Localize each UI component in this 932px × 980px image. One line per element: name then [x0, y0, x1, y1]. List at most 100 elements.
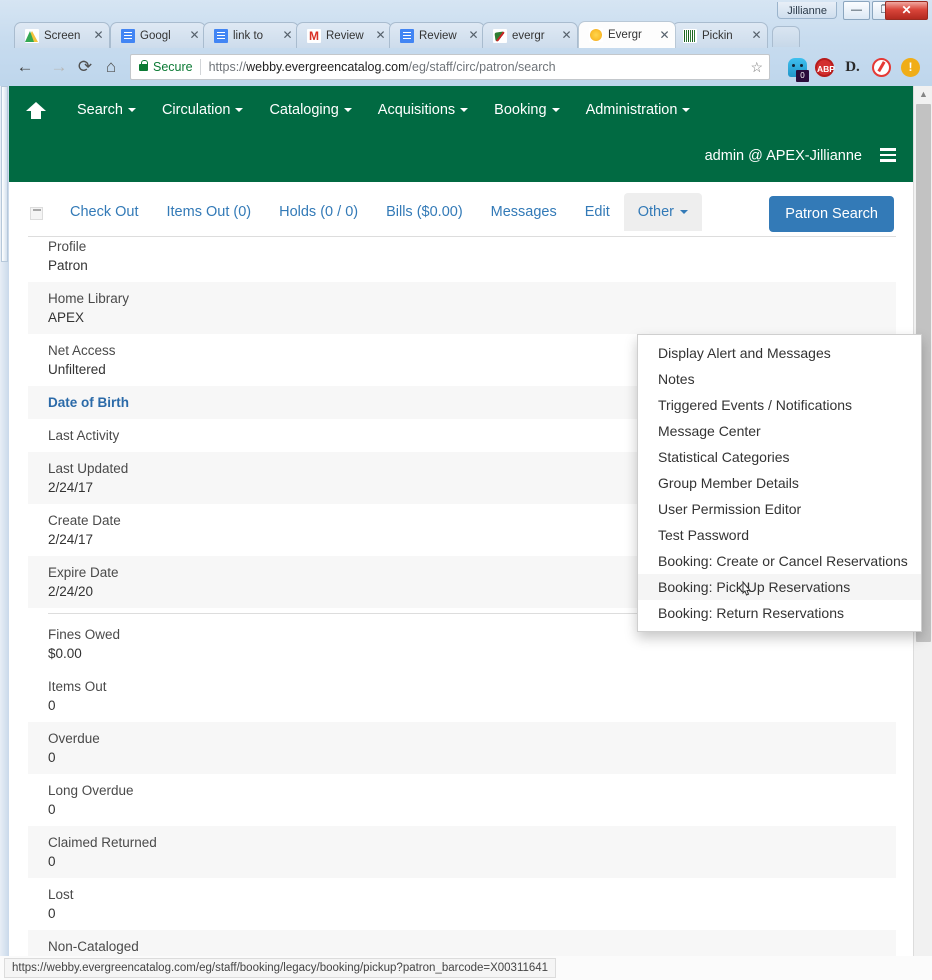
tab-close-icon[interactable]: ✕ — [92, 29, 105, 42]
patron-search-button[interactable]: Patron Search — [769, 196, 894, 232]
menu-list-icon[interactable] — [880, 148, 896, 162]
patron-search-button-label: Patron Search — [785, 206, 878, 222]
other-menu-item-display-alert-and-messages[interactable]: Display Alert and Messages — [638, 340, 921, 366]
other-menu-item-label: Group Member Details — [658, 475, 799, 491]
browser-tab-3[interactable]: link to ✕ — [203, 22, 299, 48]
nav-item-label: Cataloging — [269, 102, 339, 118]
nav-item-acquisitions[interactable]: Acquisitions — [365, 102, 481, 118]
browser-tab-6[interactable]: evergr ✕ — [482, 22, 578, 48]
nav-item-label: Search — [77, 102, 123, 118]
nav-item-search[interactable]: Search — [64, 102, 149, 118]
patron-tab-label: Messages — [490, 204, 557, 220]
patron-field-value: 0 — [48, 906, 56, 921]
tab-close-icon[interactable]: ✕ — [188, 29, 201, 42]
patron-tab-bills-0-00[interactable]: Bills ($0.00) — [372, 193, 477, 231]
other-menu-item-booking-create-or-cancel-reservations[interactable]: Booking: Create or Cancel Reservations — [638, 548, 921, 574]
browser-tab-4[interactable]: M Review ✕ — [296, 22, 392, 48]
other-menu-item-label: Booking: Return Reservations — [658, 605, 844, 621]
nav-item-booking[interactable]: Booking — [481, 102, 572, 118]
browser-window-chrome: Jillianne — ❐ ✕ Screen ✕ Googl ✕ link to ✕ M Re… — [0, 0, 932, 86]
nav-item-circulation[interactable]: Circulation — [149, 102, 257, 118]
other-menu-item-test-password[interactable]: Test Password — [638, 522, 921, 548]
gmail-icon: M — [307, 28, 321, 43]
nav-item-label: Administration — [585, 102, 678, 118]
patron-field-value: 0 — [48, 750, 56, 765]
patron-tab-edit[interactable]: Edit — [571, 193, 624, 231]
patron-field-label: Long Overdue — [48, 783, 134, 798]
other-menu-item-triggered-events-notifications[interactable]: Triggered Events / Notifications — [638, 392, 921, 418]
patron-field-value: $0.00 — [48, 646, 82, 661]
browser-tab-title: Review — [419, 29, 457, 42]
ublock-icon[interactable] — [872, 58, 891, 77]
patron-field-row: Home Library APEX — [28, 282, 896, 334]
patron-field-row: Items Out 0 — [28, 670, 896, 722]
browser-profile-button[interactable]: Jillianne — [777, 2, 837, 19]
disconnect-icon[interactable]: D. — [843, 58, 862, 77]
home-icon[interactable]: ⌂ — [98, 54, 124, 80]
chevron-down-icon — [235, 108, 244, 113]
patron-tab-other-label: Other — [637, 204, 675, 220]
patron-tab-other[interactable]: Other — [623, 193, 703, 231]
reload-icon[interactable]: ⟳ — [72, 54, 98, 80]
address-bar-url: https://webby.evergreencatalog.com/eg/st… — [209, 60, 745, 74]
google-docs-icon — [121, 28, 135, 43]
nav-item-administration[interactable]: Administration — [573, 102, 704, 118]
other-menu-item-label: Booking: Create or Cancel Reservations — [658, 553, 908, 569]
tab-close-icon[interactable]: ✕ — [750, 29, 763, 42]
back-icon[interactable]: ← — [12, 54, 38, 80]
tab-close-icon[interactable]: ✕ — [560, 29, 573, 42]
patron-tab-check-out[interactable]: Check Out — [56, 193, 153, 231]
google-docs-icon — [214, 28, 228, 43]
patron-tab-items-out-0[interactable]: Items Out (0) — [153, 193, 266, 231]
url-host: webby.evergreencatalog.com — [246, 60, 409, 74]
nav-item-label: Booking — [494, 102, 547, 118]
tab-close-icon[interactable]: ✕ — [374, 29, 387, 42]
window-minimize-button[interactable]: — — [843, 1, 870, 20]
browser-tab-8[interactable]: Pickin ✕ — [672, 22, 768, 48]
other-menu-item-label: Statistical Categories — [658, 449, 790, 465]
patron-field-value: 0 — [48, 698, 56, 713]
scroll-up-arrow-icon[interactable]: ▲ — [914, 86, 932, 103]
other-menu-item-booking-return-reservations[interactable]: Booking: Return Reservations — [638, 600, 921, 626]
ghostery-badge-count: 0 — [796, 70, 809, 82]
address-bar[interactable]: Secure https://webby.evergreencatalog.co… — [130, 54, 770, 80]
tab-close-icon[interactable]: ✕ — [467, 29, 480, 42]
other-menu-item-group-member-details[interactable]: Group Member Details — [638, 470, 921, 496]
other-menu-item-label: Notes — [658, 371, 695, 387]
tab-close-icon[interactable]: ✕ — [281, 29, 294, 42]
evergreen-sun-icon — [589, 28, 603, 42]
other-menu-item-user-permission-editor[interactable]: User Permission Editor — [638, 496, 921, 522]
new-tab-button[interactable] — [772, 26, 800, 47]
inner-scrollbar-thumb[interactable] — [1, 86, 8, 262]
browser-tab-title: link to — [233, 29, 264, 42]
browser-toolbar: ← → ⟳ ⌂ Secure https://webby.evergreenca… — [0, 48, 932, 86]
other-menu-item-booking-pick-up-reservations[interactable]: Booking: Pick Up Reservations — [638, 574, 921, 600]
browser-tab-5[interactable]: Review ✕ — [389, 22, 485, 48]
browser-tab-1[interactable]: Screen ✕ — [14, 22, 110, 48]
other-menu-item-message-center[interactable]: Message Center — [638, 418, 921, 444]
patron-field-row: Lost 0 — [28, 878, 896, 930]
patron-tab-holds-0-0[interactable]: Holds (0 / 0) — [265, 193, 372, 231]
forward-icon[interactable]: → — [46, 54, 72, 80]
inner-panel-scrollbar[interactable] — [0, 86, 9, 956]
other-menu-item-label: Display Alert and Messages — [658, 345, 831, 361]
other-menu-item-statistical-categories[interactable]: Statistical Categories — [638, 444, 921, 470]
omnibox-divider — [199, 59, 201, 75]
nav-item-cataloging[interactable]: Cataloging — [256, 102, 364, 118]
adblock-plus-icon[interactable]: ABP — [815, 58, 835, 77]
bookmark-star-icon[interactable]: ☆ — [750, 59, 763, 76]
home-icon[interactable] — [26, 100, 46, 120]
tab-close-icon[interactable]: ✕ — [658, 28, 671, 42]
patron-field-row: Non-Cataloged104 — [28, 930, 896, 956]
other-menu-item-notes[interactable]: Notes — [638, 366, 921, 392]
warning-icon[interactable]: ! — [901, 58, 920, 77]
evergreen-nav-items: Search Circulation Cataloging Acquisitions B… — [8, 86, 920, 134]
collapse-summary-toggle[interactable] — [30, 207, 43, 220]
browser-tab-2[interactable]: Googl ✕ — [110, 22, 206, 48]
patron-tab-messages[interactable]: Messages — [477, 193, 571, 231]
window-close-button[interactable]: ✕ — [885, 1, 928, 20]
browser-tab-7[interactable]: Evergr ✕ — [578, 21, 676, 48]
patron-field-label: Overdue — [48, 731, 100, 746]
patron-tab-label: Check Out — [70, 204, 139, 220]
status-bar-link-url: https://webby.evergreencatalog.com/eg/st… — [4, 958, 557, 978]
